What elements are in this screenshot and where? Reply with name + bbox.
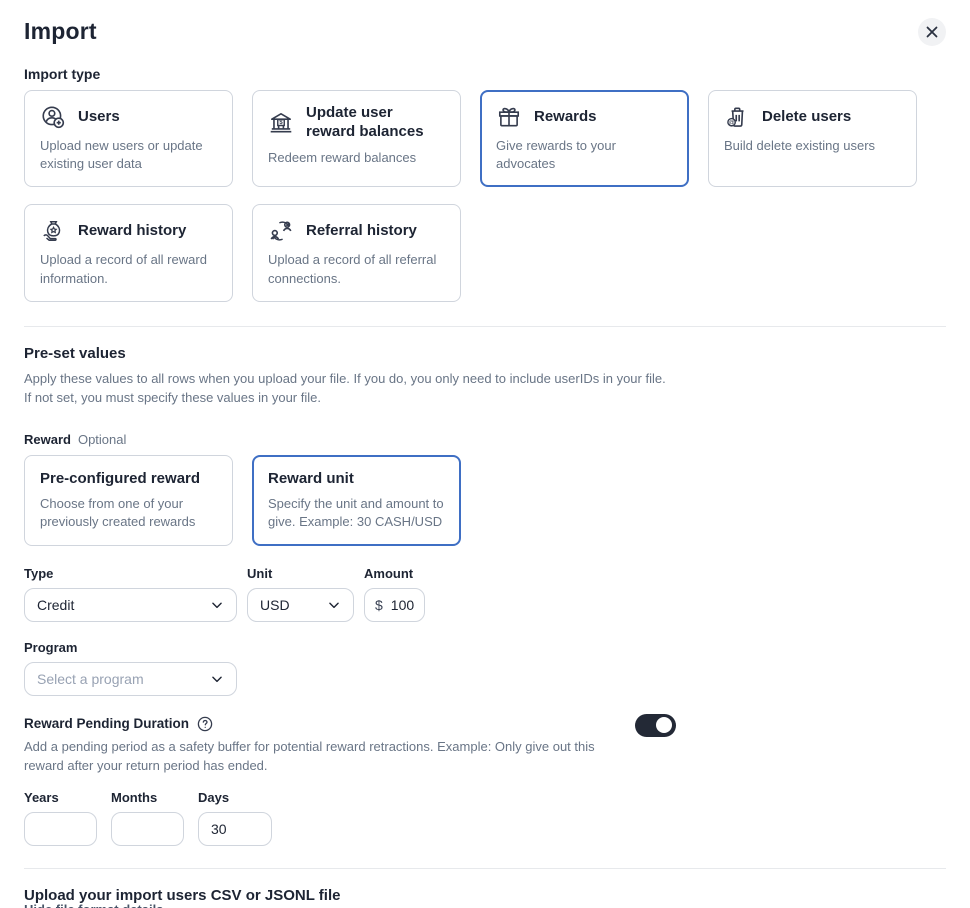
unit-select-value: USD — [260, 597, 327, 613]
svg-text:@: @ — [729, 121, 735, 127]
years-input[interactable] — [24, 812, 97, 846]
duration-inputs: Years Months Days — [24, 790, 946, 846]
card-preconfigured-reward[interactable]: Pre-configured reward Choose from one of… — [24, 455, 233, 546]
card-description: Upload new users or update existing user… — [40, 137, 217, 173]
people-sync-icon — [268, 218, 294, 244]
chevron-down-icon — [210, 672, 224, 686]
money-bag-hand-icon — [40, 218, 66, 244]
bank-icon: $ — [268, 110, 294, 136]
type-select[interactable]: Credit — [24, 588, 237, 622]
pending-duration-label: Reward Pending Duration — [24, 716, 189, 731]
days-label: Days — [198, 790, 272, 805]
pending-duration-toggle[interactable] — [635, 714, 676, 737]
preset-values-description: Apply these values to all rows when you … — [24, 369, 674, 408]
card-delete-users[interactable]: @ Delete users Build delete existing use… — [708, 90, 917, 187]
card-description: Upload a record of all reward informatio… — [40, 251, 217, 287]
import-type-label: Import type — [24, 66, 946, 82]
card-title: Users — [78, 108, 120, 127]
currency-prefix: $ — [375, 597, 383, 613]
import-dialog: Import Import type Users — [0, 0, 970, 908]
years-label: Years — [24, 790, 97, 805]
section-divider — [24, 868, 946, 869]
program-select-placeholder: Select a program — [37, 671, 210, 687]
card-reward-history[interactable]: Reward history Upload a record of all re… — [24, 204, 233, 301]
upload-section-title: Upload your import users CSV or JSONL fi… — [24, 887, 946, 904]
card-description: Build delete existing users — [724, 137, 901, 155]
card-title: Delete users — [762, 108, 851, 127]
section-divider — [24, 326, 946, 327]
preset-values-title: Pre-set values — [24, 345, 946, 362]
card-update-reward-balances[interactable]: $ Update user reward balances Redeem rew… — [252, 90, 461, 187]
reward-label: Reward — [24, 432, 71, 447]
program-field-group: Program Select a program — [24, 640, 946, 696]
optional-label: Optional — [78, 432, 126, 447]
reward-type-cards: Pre-configured reward Choose from one of… — [24, 455, 946, 546]
months-label: Months — [111, 790, 184, 805]
card-description: Redeem reward balances — [268, 149, 445, 167]
chevron-down-icon — [327, 598, 341, 612]
type-label: Type — [24, 566, 237, 581]
months-input[interactable] — [111, 812, 184, 846]
amount-input[interactable] — [391, 597, 421, 613]
user-add-icon — [40, 104, 66, 130]
card-description: Specify the unit and amount to give. Exa… — [268, 495, 445, 531]
type-select-value: Credit — [37, 597, 210, 613]
card-description: Choose from one of your previously creat… — [40, 495, 217, 531]
amount-label: Amount — [364, 566, 425, 581]
pending-duration-description: Add a pending period as a safety buffer … — [24, 738, 616, 776]
days-input[interactable] — [198, 812, 272, 846]
program-label: Program — [24, 640, 946, 655]
card-description: Give rewards to your advocates — [496, 137, 673, 173]
card-title: Pre-configured reward — [40, 470, 217, 489]
card-referral-history[interactable]: Referral history Upload a record of all … — [252, 204, 461, 301]
card-description: Upload a record of all referral connecti… — [268, 251, 445, 287]
trash-user-icon: @ — [724, 104, 750, 130]
gift-icon — [496, 104, 522, 130]
card-reward-unit[interactable]: Reward unit Specify the unit and amount … — [252, 455, 461, 546]
reward-unit-fields: Type Credit Unit USD Amount $ — [24, 566, 946, 622]
unit-select[interactable]: USD — [247, 588, 354, 622]
chevron-down-icon — [210, 598, 224, 612]
card-title: Reward unit — [268, 470, 445, 489]
card-rewards[interactable]: Rewards Give rewards to your advocates — [480, 90, 689, 187]
reward-label-row: Reward Optional — [24, 432, 946, 447]
close-button[interactable] — [918, 18, 946, 46]
card-title: Rewards — [534, 108, 597, 127]
page-title: Import — [24, 18, 97, 45]
card-title: Reward history — [78, 222, 186, 241]
hide-file-format-link[interactable]: Hide file format details — [24, 902, 163, 908]
card-users[interactable]: Users Upload new users or update existin… — [24, 90, 233, 187]
amount-field[interactable]: $ — [364, 588, 425, 622]
import-type-cards: Users Upload new users or update existin… — [24, 90, 946, 302]
card-title: Referral history — [306, 222, 417, 241]
card-title: Update user reward balances — [306, 104, 445, 142]
close-icon — [925, 25, 939, 39]
help-icon[interactable] — [197, 716, 213, 732]
pending-duration-section: Reward Pending Duration Add a pending pe… — [24, 716, 946, 846]
program-select[interactable]: Select a program — [24, 662, 237, 696]
dialog-header: Import — [24, 18, 946, 46]
toggle-knob — [656, 717, 672, 733]
unit-label: Unit — [247, 566, 354, 581]
